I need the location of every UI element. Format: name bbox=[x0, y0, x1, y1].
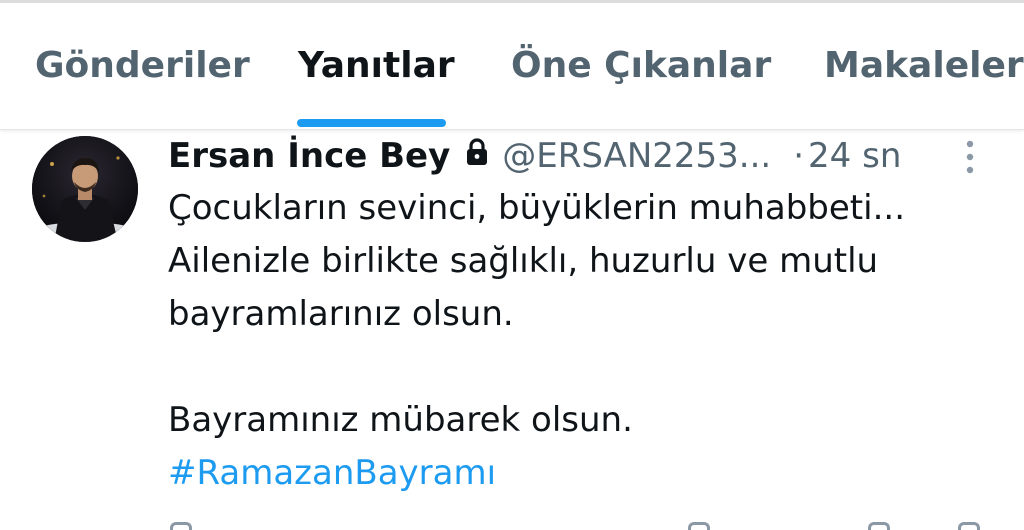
hashtag-link[interactable]: #RamazanBayramı bbox=[168, 447, 998, 500]
tweet-header: Ersan İnce Bey @ERSAN2253... · 24 sn bbox=[168, 130, 901, 182]
tweet-line: bayramlarınız olsun. bbox=[168, 294, 514, 334]
more-options-icon[interactable] bbox=[958, 139, 982, 175]
tweet-line: Ailenizle birlikte sağlıklı, huzurlu ve … bbox=[168, 241, 879, 281]
share-icon[interactable] bbox=[958, 522, 980, 530]
display-name[interactable]: Ersan İnce Bey bbox=[168, 136, 450, 176]
avatar-photo bbox=[32, 136, 138, 242]
lock-icon bbox=[464, 136, 490, 176]
avatar[interactable] bbox=[32, 136, 138, 242]
reply-icon[interactable] bbox=[170, 522, 192, 530]
tweet-line: Çocukların sevinci, büyüklerin muhabbeti… bbox=[168, 188, 906, 228]
tweet-line: Bayramınız mübarek olsun. bbox=[168, 400, 633, 440]
timestamp[interactable]: 24 sn bbox=[808, 136, 901, 176]
tweet-text: Çocukların sevinci, büyüklerin muhabbeti… bbox=[168, 182, 998, 500]
bookmark-icon[interactable] bbox=[868, 522, 890, 530]
tab-replies[interactable]: Yanıtlar bbox=[298, 3, 455, 129]
tweet-action-bar bbox=[168, 518, 988, 530]
tab-posts[interactable]: Gönderiler bbox=[35, 3, 250, 129]
time-separator: · bbox=[793, 136, 805, 176]
tab-articles[interactable]: Makaleler bbox=[824, 3, 1024, 129]
profile-tab-bar: Gönderiler Yanıtlar Öne Çıkanlar Makalel… bbox=[0, 3, 1024, 130]
tab-highlights[interactable]: Öne Çıkanlar bbox=[511, 3, 771, 129]
active-tab-indicator bbox=[297, 119, 446, 127]
user-handle[interactable]: @ERSAN2253... bbox=[502, 136, 771, 176]
views-icon[interactable] bbox=[688, 522, 710, 530]
